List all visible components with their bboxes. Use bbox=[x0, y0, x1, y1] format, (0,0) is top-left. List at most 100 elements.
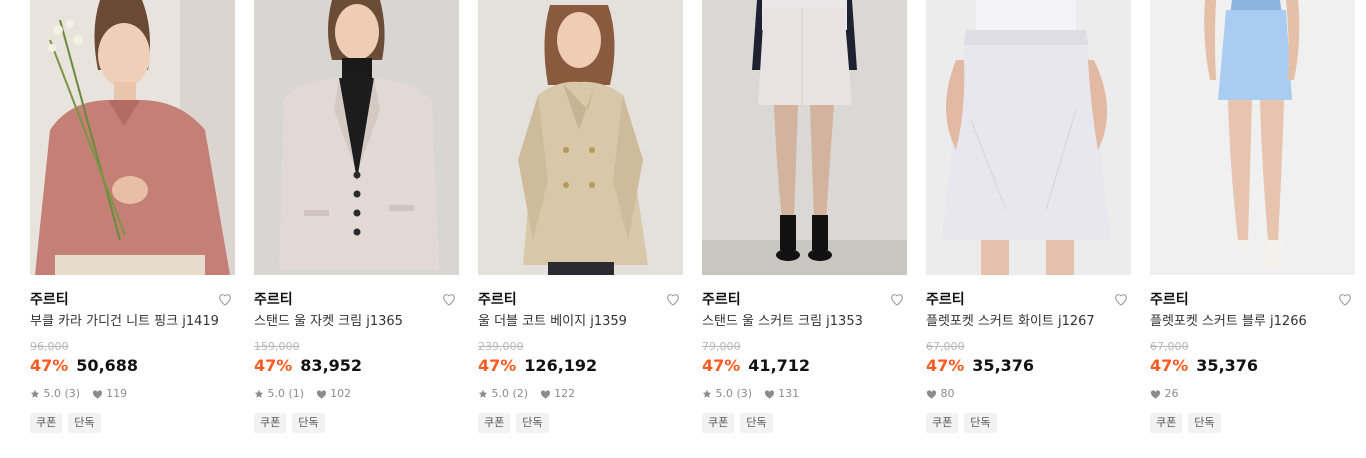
like-count: 26 bbox=[1164, 387, 1179, 400]
original-price: 79,000 bbox=[702, 340, 741, 353]
brand-row: 주르티 bbox=[478, 289, 683, 309]
product-card[interactable]: 주르티 스탠드 울 자켓 크림 j1365 159,000 47% 83,952 … bbox=[254, 0, 459, 440]
discount-rate: 47% bbox=[254, 356, 293, 375]
product-grid: 주르티 부클 카라 가디건 니트 핑크 j1419 96,000 47% 50,6… bbox=[30, 0, 1366, 458]
exclusive-tag: 단독 bbox=[292, 413, 325, 433]
review-meta: 5.0 (3) 131 bbox=[702, 386, 799, 402]
brand-row: 주르티 bbox=[30, 289, 235, 309]
price-row: 47% 41,712 bbox=[702, 355, 810, 377]
wishlist-heart-icon[interactable] bbox=[1337, 291, 1353, 307]
product-card[interactable]: 주르티 플렛포켓 스커트 화이트 j1267 67,000 47% 35,376 … bbox=[926, 0, 1131, 440]
heart-count-icon bbox=[316, 390, 326, 399]
product-name[interactable]: 스탠드 울 자켓 크림 j1365 bbox=[254, 313, 459, 331]
brand-name[interactable]: 주르티 bbox=[478, 292, 517, 308]
star-icon bbox=[478, 389, 488, 398]
wishlist-heart-icon[interactable] bbox=[665, 291, 681, 307]
rating-text: 5.0 (3) bbox=[43, 387, 81, 400]
exclusive-tag: 단독 bbox=[516, 413, 549, 433]
product-name[interactable]: 부클 카라 가디건 니트 핑크 j1419 bbox=[30, 313, 235, 331]
discount-rate: 47% bbox=[926, 356, 965, 375]
exclusive-tag: 단독 bbox=[1188, 413, 1221, 433]
tag-list: 쿠폰 단독 bbox=[478, 411, 555, 433]
coupon-tag: 쿠폰 bbox=[254, 413, 287, 433]
product-name[interactable]: 울 더블 코트 베이지 j1359 bbox=[478, 313, 683, 331]
discount-rate: 47% bbox=[478, 356, 517, 375]
heart-count-icon bbox=[764, 390, 774, 399]
product-card[interactable]: 주르티 부클 카라 가디건 니트 핑크 j1419 96,000 47% 50,6… bbox=[30, 0, 235, 440]
product-name[interactable]: 스탠드 울 스커트 크림 j1353 bbox=[702, 313, 907, 331]
discount-rate: 47% bbox=[1150, 356, 1189, 375]
discount-rate: 47% bbox=[702, 356, 741, 375]
sale-price: 35,376 bbox=[1196, 356, 1259, 375]
product-image-beige-coat[interactable] bbox=[478, 0, 683, 275]
wishlist-heart-icon[interactable] bbox=[1113, 291, 1129, 307]
original-price: 67,000 bbox=[1150, 340, 1189, 353]
product-photo bbox=[30, 0, 235, 275]
heart-count-icon bbox=[926, 390, 937, 399]
product-name[interactable]: 플렛포켓 스커트 블루 j1266 bbox=[1150, 313, 1355, 331]
product-name[interactable]: 플렛포켓 스커트 화이트 j1267 bbox=[926, 313, 1131, 331]
brand-row: 주르티 bbox=[926, 289, 1131, 309]
price-row: 47% 35,376 bbox=[1150, 355, 1258, 377]
product-card[interactable]: 주르티 울 더블 코트 베이지 j1359 239,000 47% 126,192… bbox=[478, 0, 683, 440]
like-count: 102 bbox=[330, 387, 352, 400]
coupon-tag: 쿠폰 bbox=[478, 413, 511, 433]
price-row: 47% 126,192 bbox=[478, 355, 597, 377]
coupon-tag: 쿠폰 bbox=[702, 413, 735, 433]
review-meta: 80 bbox=[926, 386, 955, 402]
brand-name[interactable]: 주르티 bbox=[254, 292, 293, 308]
price-row: 47% 83,952 bbox=[254, 355, 362, 377]
product-image-pink-cardigan[interactable] bbox=[30, 0, 235, 275]
wishlist-heart-icon[interactable] bbox=[889, 291, 905, 307]
review-meta: 5.0 (3) 119 bbox=[30, 386, 127, 402]
rating-text: 5.0 (1) bbox=[267, 387, 305, 400]
product-image-white-skirt[interactable] bbox=[926, 0, 1131, 275]
tag-list: 쿠폰 단독 bbox=[254, 411, 331, 433]
sale-price: 83,952 bbox=[300, 356, 363, 375]
discount-rate: 47% bbox=[30, 356, 69, 375]
heart-count-icon bbox=[540, 390, 550, 399]
sale-price: 35,376 bbox=[972, 356, 1035, 375]
like-count: 122 bbox=[554, 387, 576, 400]
review-meta: 5.0 (1) 102 bbox=[254, 386, 351, 402]
product-image-cream-skirt[interactable] bbox=[702, 0, 907, 275]
brand-row: 주르티 bbox=[702, 289, 907, 309]
tag-list: 쿠폰 단독 bbox=[702, 411, 779, 433]
like-count: 131 bbox=[778, 387, 800, 400]
star-icon bbox=[30, 389, 40, 398]
tag-list: 쿠폰 단독 bbox=[30, 411, 107, 433]
brand-row: 주르티 bbox=[254, 289, 459, 309]
sale-price: 126,192 bbox=[524, 356, 598, 375]
wishlist-heart-icon[interactable] bbox=[441, 291, 457, 307]
coupon-tag: 쿠폰 bbox=[30, 413, 63, 433]
review-meta: 5.0 (2) 122 bbox=[478, 386, 575, 402]
sale-price: 50,688 bbox=[76, 356, 139, 375]
product-card[interactable]: 주르티 스탠드 울 스커트 크림 j1353 79,000 47% 41,712 … bbox=[702, 0, 907, 440]
wishlist-heart-icon[interactable] bbox=[217, 291, 233, 307]
product-photo bbox=[926, 0, 1131, 275]
brand-name[interactable]: 주르티 bbox=[702, 292, 741, 308]
star-icon bbox=[254, 389, 264, 398]
brand-name[interactable]: 주르티 bbox=[1150, 292, 1189, 308]
coupon-tag: 쿠폰 bbox=[926, 413, 959, 433]
original-price: 96,000 bbox=[30, 340, 69, 353]
brand-name[interactable]: 주르티 bbox=[30, 292, 69, 308]
exclusive-tag: 단독 bbox=[964, 413, 997, 433]
exclusive-tag: 단독 bbox=[68, 413, 101, 433]
product-card[interactable]: 주르티 플렛포켓 스커트 블루 j1266 67,000 47% 35,376 2… bbox=[1150, 0, 1355, 440]
original-price: 239,000 bbox=[478, 340, 524, 353]
heart-count-icon bbox=[1150, 390, 1161, 399]
brand-name[interactable]: 주르티 bbox=[926, 292, 965, 308]
price-row: 47% 35,376 bbox=[926, 355, 1034, 377]
product-image-cream-jacket[interactable] bbox=[254, 0, 459, 275]
product-photo bbox=[702, 0, 907, 275]
rating-text: 5.0 (2) bbox=[491, 387, 529, 400]
product-photo bbox=[254, 0, 459, 275]
tag-list: 쿠폰 단독 bbox=[926, 411, 1003, 433]
original-price: 159,000 bbox=[254, 340, 300, 353]
original-price: 67,000 bbox=[926, 340, 965, 353]
exclusive-tag: 단독 bbox=[740, 413, 773, 433]
product-image-blue-skirt[interactable] bbox=[1150, 0, 1355, 275]
sale-price: 41,712 bbox=[748, 356, 811, 375]
product-photo bbox=[478, 0, 683, 275]
